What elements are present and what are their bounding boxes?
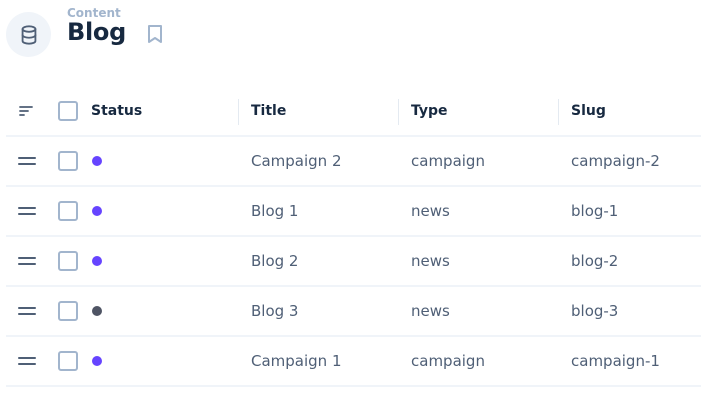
bookmark-icon[interactable] [144,23,166,45]
cell-slug: campaign-1 [571,352,660,370]
cell-title: Blog 3 [251,302,299,320]
sort-lines-icon[interactable] [18,87,42,135]
row-checkbox[interactable] [58,351,78,371]
table-header-row: Status Title Type Slug [6,87,701,137]
cell-type: campaign [411,152,485,170]
column-resize-handle[interactable] [238,99,239,125]
database-icon [6,12,51,57]
table-row[interactable]: Blog 2 news blog-2 [6,237,701,287]
row-checkbox[interactable] [58,301,78,321]
row-checkbox[interactable] [58,201,78,221]
table-row[interactable]: Campaign 1 campaign campaign-1 [6,337,701,387]
row-checkbox[interactable] [58,151,78,171]
row-checkbox[interactable] [58,251,78,271]
drag-handle-icon[interactable] [18,357,36,365]
cell-slug: blog-2 [571,252,619,270]
column-resize-handle[interactable] [398,99,399,125]
table-row[interactable]: Blog 3 news blog-3 [6,287,701,337]
column-header-status[interactable]: Status [91,103,142,119]
cell-title: Blog 1 [251,202,299,220]
table-row[interactable]: Campaign 2 campaign campaign-2 [6,137,701,187]
column-header-title[interactable]: Title [251,103,286,119]
column-resize-handle[interactable] [558,99,559,125]
cell-type: news [411,252,450,270]
cell-slug: campaign-2 [571,152,660,170]
page-header: Content Blog [0,0,701,80]
cell-title: Campaign 2 [251,152,342,170]
status-dot [92,356,102,366]
cell-type: news [411,302,450,320]
page-title: Blog [67,18,126,46]
status-dot [92,306,102,316]
cell-title: Campaign 1 [251,352,342,370]
status-dot [92,206,102,216]
drag-handle-icon[interactable] [18,257,36,265]
select-all-checkbox[interactable] [58,101,78,121]
drag-handle-icon[interactable] [18,157,36,165]
cell-type: campaign [411,352,485,370]
cell-title: Blog 2 [251,252,299,270]
column-header-slug[interactable]: Slug [571,103,606,119]
column-header-type[interactable]: Type [411,103,448,119]
drag-handle-icon[interactable] [18,307,36,315]
drag-handle-icon[interactable] [18,207,36,215]
status-dot [92,256,102,266]
cell-slug: blog-1 [571,202,619,220]
table-row[interactable]: Blog 1 news blog-1 [6,187,701,237]
items-table: Status Title Type Slug Campaign 2 campai… [6,87,701,387]
cell-slug: blog-3 [571,302,619,320]
cell-type: news [411,202,450,220]
status-dot [92,156,102,166]
